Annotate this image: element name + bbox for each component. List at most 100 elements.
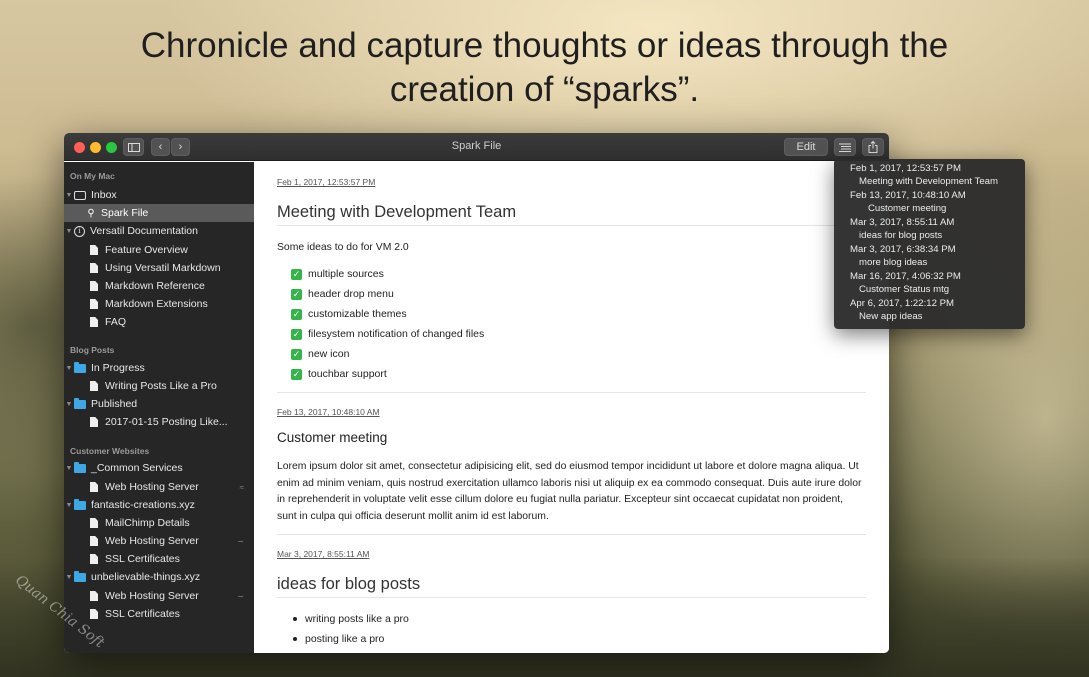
sidebar-item-label: Writing Posts Like a Pro — [105, 380, 217, 392]
document-view[interactable]: Feb 1, 2017, 12:53:57 PM Meeting with De… — [254, 162, 889, 653]
sidebar-item-unbelievable-things[interactable]: ▼ unbelievable-things.xyz — [64, 568, 254, 586]
sidebar-item-ssl-certificates[interactable]: SSL Certificates — [64, 605, 254, 623]
sidebar-item-inbox[interactable]: ▼ Inbox — [64, 186, 254, 204]
sidebar-item-ssl-certificates[interactable]: SSL Certificates — [64, 550, 254, 568]
document-icon — [90, 281, 98, 291]
checkbox-checked-icon[interactable]: ✓ — [291, 268, 302, 280]
disclosure-triangle-icon[interactable]: ▼ — [64, 228, 74, 235]
sidebar-item-versatil-documentation[interactable]: ▼ i Versatil Documentation — [64, 222, 254, 240]
sidebar-item-label: Web Hosting Server — [105, 535, 199, 547]
outline-list-icon — [839, 143, 851, 152]
entry-body: Lorem ipsum dolor sit amet, consectetur … — [277, 461, 862, 522]
disclosure-triangle-icon[interactable]: ▼ — [64, 465, 74, 472]
entry-date-link[interactable]: Feb 1, 2017, 12:53:57 PM — [277, 177, 375, 187]
outline-popover: Feb 1, 2017, 12:53:57 PM Meeting with De… — [834, 159, 1025, 329]
sidebar-item-web-hosting-server[interactable]: Web Hosting Server ∼ — [64, 587, 254, 605]
entry-date-link[interactable]: Feb 13, 2017, 10:48:10 AM — [277, 407, 380, 417]
checkbox-checked-icon[interactable]: ✓ — [291, 348, 302, 360]
entry-date-link[interactable]: Mar 3, 2017, 8:55:11 AM — [277, 549, 369, 559]
checkbox-checked-icon[interactable]: ✓ — [291, 368, 302, 380]
sidebar-item-markdown-reference[interactable]: Markdown Reference — [64, 277, 254, 295]
outline-item-date[interactable]: Apr 6, 2017, 1:22:12 PM — [850, 298, 954, 309]
window-title: Spark File — [451, 140, 502, 152]
sidebar-item-label: Markdown Reference — [105, 280, 205, 292]
outline-item-date[interactable]: Mar 3, 2017, 6:38:34 PM — [850, 244, 956, 255]
folder-icon — [74, 461, 86, 473]
disclosure-triangle-icon[interactable]: ▼ — [64, 401, 74, 408]
section-header-blog-posts: Blog Posts — [70, 345, 115, 355]
todo-label: customizable themes — [308, 308, 407, 320]
entry-heading: Customer meeting — [277, 430, 388, 445]
sidebar-item-web-hosting-server[interactable]: Web Hosting Server ≈ — [64, 478, 254, 496]
sidebar-item-spark-file[interactable]: ⚲ Spark File — [64, 204, 254, 222]
outline-item-title[interactable]: ideas for blog posts — [859, 230, 942, 241]
todo-item[interactable]: ✓ customizable themes — [291, 308, 407, 320]
list-item: writing posts like a pro — [291, 613, 409, 625]
outline-item-title[interactable]: more blog ideas — [859, 257, 927, 268]
checkbox-checked-icon[interactable]: ✓ — [291, 308, 302, 320]
sidebar-item-feature-overview[interactable]: Feature Overview — [64, 241, 254, 259]
document-icon — [90, 381, 98, 391]
outline-item-title[interactable]: Customer Status mtg — [859, 284, 949, 295]
list-item: posting like a pro — [291, 633, 384, 645]
todo-label: new icon — [308, 348, 350, 360]
sidebar-item-label: Using Versatil Markdown — [105, 262, 221, 274]
sidebar-item-label: MailChimp Details — [105, 517, 190, 529]
edit-button[interactable]: Edit — [784, 138, 828, 156]
sidebar-item-writing-posts[interactable]: Writing Posts Like a Pro — [64, 377, 254, 395]
entry-separator — [277, 392, 866, 393]
outline-item-date[interactable]: Mar 16, 2017, 4:06:32 PM — [850, 271, 961, 282]
disclosure-triangle-icon[interactable]: ▼ — [64, 502, 74, 509]
outline-item-title[interactable]: New app ideas — [859, 311, 922, 322]
sidebar-item-label: Web Hosting Server — [105, 590, 199, 602]
sidebar-item-label: Markdown Extensions — [105, 298, 208, 310]
folder-icon — [74, 361, 86, 373]
section-header-on-my-mac: On My Mac — [70, 171, 115, 181]
sidebar-item-label: Published — [91, 398, 138, 410]
document-icon — [90, 518, 98, 528]
sidebar-item-mailchimp-details[interactable]: MailChimp Details — [64, 514, 254, 532]
title-bar: ‹ › Spark File Edit — [64, 133, 889, 161]
outline-item-date[interactable]: Feb 1, 2017, 12:53:57 PM — [850, 163, 961, 174]
sidebar-item-common-services[interactable]: ▼ _Common Services — [64, 459, 254, 477]
entry-heading: ideas for blog posts — [277, 575, 421, 593]
todo-item[interactable]: ✓ touchbar support — [291, 368, 387, 380]
sidebar-item-label: SSL Certificates — [105, 608, 180, 620]
sidebar-item-posting-like[interactable]: 2017-01-15 Posting Like... — [64, 413, 254, 431]
disclosure-triangle-icon[interactable]: ▼ — [64, 192, 74, 199]
outline-item-date[interactable]: Feb 13, 2017, 10:48:10 AM — [850, 190, 966, 201]
outline-button[interactable] — [834, 138, 856, 156]
marketing-headline: Chronicle and capture thoughts or ideas … — [0, 24, 1089, 112]
headline-line-2: creation of “sparks”. — [389, 70, 700, 109]
sidebar-item-markdown-extensions[interactable]: Markdown Extensions — [64, 295, 254, 313]
sidebar-item-in-progress[interactable]: ▼ In Progress — [64, 359, 254, 377]
sidebar-item-label: unbelievable-things.xyz — [91, 571, 201, 583]
checkbox-checked-icon[interactable]: ✓ — [291, 328, 302, 340]
todo-label: filesystem notification of changed files — [308, 328, 485, 340]
document-icon — [90, 299, 98, 309]
share-button[interactable] — [862, 138, 884, 156]
sidebar-item-published[interactable]: ▼ Published — [64, 395, 254, 413]
todo-item[interactable]: ✓ multiple sources — [291, 268, 384, 280]
inbox-icon — [74, 190, 86, 200]
info-icon: i — [74, 225, 85, 237]
todo-item[interactable]: ✓ new icon — [291, 348, 349, 360]
entry-separator — [277, 534, 866, 535]
outline-item-title[interactable]: Meeting with Development Team — [859, 176, 998, 187]
disclosure-triangle-icon[interactable]: ▼ — [64, 574, 74, 581]
sidebar-item-label: Feature Overview — [105, 244, 188, 256]
todo-item[interactable]: ✓ filesystem notification of changed file… — [291, 328, 484, 340]
todo-item[interactable]: ✓ header drop menu — [291, 288, 394, 300]
sidebar-item-label: In Progress — [91, 362, 145, 374]
folder-icon — [74, 570, 86, 582]
sidebar-item-web-hosting-server[interactable]: Web Hosting Server ∼ — [64, 532, 254, 550]
outline-item-date[interactable]: Mar 3, 2017, 8:55:11 AM — [850, 217, 954, 228]
sidebar-item-using-versatil-markdown[interactable]: Using Versatil Markdown — [64, 259, 254, 277]
sidebar-item-fantastic-creations[interactable]: ▼ fantastic-creations.xyz — [64, 496, 254, 514]
disclosure-triangle-icon[interactable]: ▼ — [64, 365, 74, 372]
wifi-icon: ≈ — [239, 482, 244, 492]
outline-item-title[interactable]: Customer meeting — [868, 203, 946, 214]
checkbox-checked-icon[interactable]: ✓ — [291, 288, 302, 300]
sidebar-item-faq[interactable]: FAQ — [64, 313, 254, 331]
document-icon — [90, 245, 98, 255]
